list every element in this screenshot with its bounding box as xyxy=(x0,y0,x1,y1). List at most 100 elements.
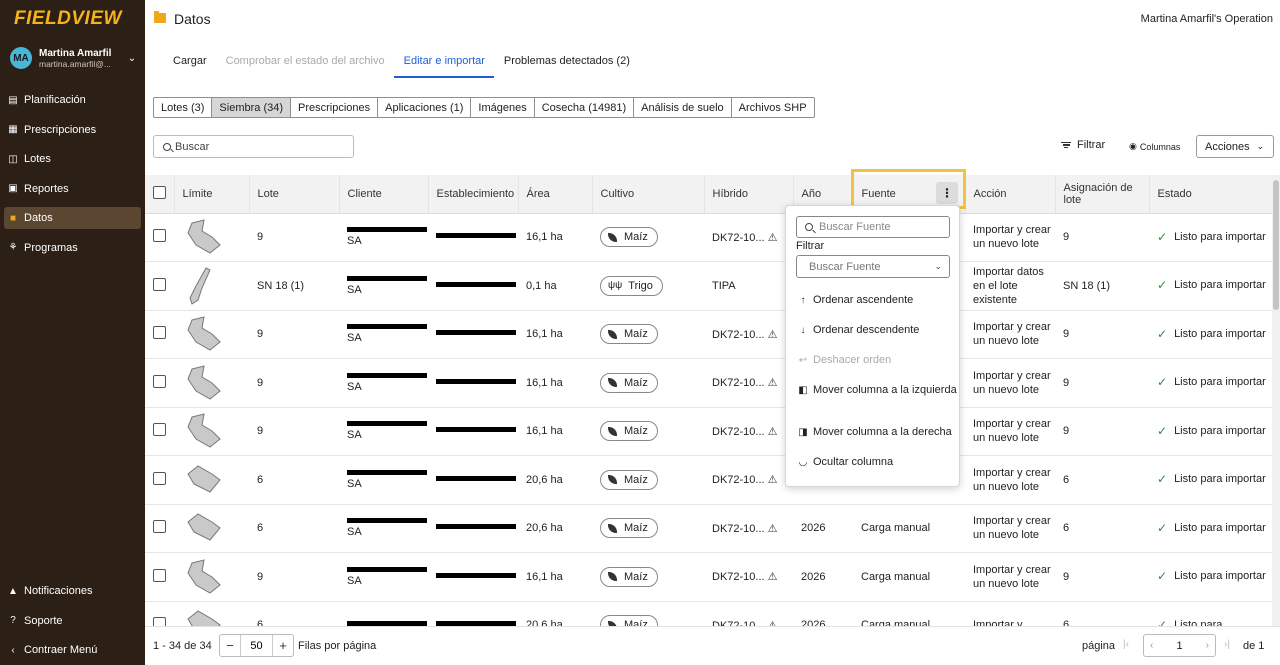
header-hibrido[interactable]: Híbrido xyxy=(704,175,794,214)
sidebar-item-soporte[interactable]: ? Soporte xyxy=(4,610,141,632)
last-page-icon[interactable]: ›| xyxy=(1224,639,1230,650)
sidebar-item-notificaciones[interactable]: ▲ Notificaciones xyxy=(4,580,141,602)
user-menu[interactable]: MA Martina Amarfil martina.amarfil@... ⌄ xyxy=(10,44,138,72)
accion-cell[interactable]: Importar y xyxy=(965,601,1055,626)
sidebar-item-datos[interactable]: ■ Datos xyxy=(4,207,141,230)
sidebar-item-prescripciones[interactable]: ▦ Prescripciones xyxy=(4,119,141,141)
asignacion-cell[interactable]: 6 xyxy=(1055,504,1149,553)
menu-filter-select[interactable]: Buscar Fuente ⌄ xyxy=(796,255,950,278)
filter-button[interactable]: Filtrar xyxy=(1061,139,1105,151)
row-checkbox[interactable] xyxy=(153,423,166,437)
asignacion-cell[interactable]: 6 xyxy=(1055,601,1149,626)
warning-icon[interactable]: ⚠ xyxy=(768,232,778,244)
crop-chip[interactable]: Maíz xyxy=(600,518,658,539)
table-row[interactable]: 9 SA 16,1 ha Maíz DK72-10... ⚠ Importar y crea… xyxy=(145,407,1273,456)
menu-search-input[interactable] xyxy=(819,221,947,233)
crop-chip[interactable]: Maíz xyxy=(600,324,658,345)
minus-icon[interactable]: − xyxy=(220,638,240,653)
sidebar-item-contraer[interactable]: ‹ Contraer Menú xyxy=(4,639,141,661)
plus-icon[interactable]: + xyxy=(273,638,293,653)
table-row[interactable]: 9 SA 16,1 ha Maíz DK72-10... ⚠ Importar y crea… xyxy=(145,213,1273,262)
scroll-thumb[interactable] xyxy=(1273,180,1279,310)
first-page-icon[interactable]: |‹ xyxy=(1123,639,1129,650)
asignacion-cell[interactable]: 9 xyxy=(1055,552,1149,602)
step-editar-importar[interactable]: Editar e importar xyxy=(393,48,494,78)
menu-move-right[interactable]: ◨ Mover columna a la derecha xyxy=(797,426,957,439)
select-all-checkbox[interactable] xyxy=(153,185,166,199)
header-limite[interactable]: Límite xyxy=(174,175,250,214)
warning-icon[interactable]: ⚠ xyxy=(768,426,778,438)
chevron-down-icon[interactable]: ⌄ xyxy=(126,53,138,64)
table-row[interactable]: 6 20,6 ha Maíz DK72-10... ⚠ 2026 Carga manual I… xyxy=(145,601,1273,626)
table-row[interactable]: 9 SA 16,1 ha Maíz DK72-10... ⚠ Importar y crea… xyxy=(145,310,1273,359)
next-page-icon[interactable]: › xyxy=(1206,640,1209,651)
table-row[interactable]: 9 SA 16,1 ha Maíz DK72-10... ⚠ 2026 Carga manua… xyxy=(145,552,1273,602)
tab-siembra[interactable]: Siembra (34) xyxy=(212,97,291,118)
row-checkbox[interactable] xyxy=(153,374,166,388)
row-checkbox[interactable] xyxy=(153,617,166,626)
header-lote[interactable]: Lote xyxy=(249,175,340,214)
header-accion[interactable]: Acción xyxy=(965,175,1056,214)
header-area[interactable]: Área xyxy=(518,175,593,214)
warning-icon[interactable]: ⚠ xyxy=(768,474,778,486)
row-checkbox[interactable] xyxy=(153,471,166,485)
sidebar-item-programas[interactable]: ⚘ Programas xyxy=(4,237,141,259)
crop-chip[interactable]: Maíz xyxy=(600,372,658,393)
asignacion-cell[interactable]: 9 xyxy=(1055,310,1149,359)
header-cliente[interactable]: Cliente xyxy=(339,175,429,214)
accion-cell[interactable]: Importar datos en el lote existente xyxy=(965,261,1055,311)
asignacion-cell[interactable]: 6 xyxy=(1055,455,1149,505)
vertical-scrollbar[interactable] xyxy=(1272,175,1280,626)
sidebar-item-lotes[interactable]: ◫ Lotes xyxy=(4,148,141,170)
header-asignacion[interactable]: Asignación de lote xyxy=(1055,175,1150,214)
accion-cell[interactable]: Importar y crear un nuevo lote xyxy=(965,358,1055,408)
tab-analisis-suelo[interactable]: Análisis de suelo xyxy=(634,97,732,118)
crop-chip[interactable]: Maíz xyxy=(600,469,658,490)
crop-chip[interactable]: Maíz xyxy=(600,566,658,587)
accion-cell[interactable]: Importar y crear un nuevo lote xyxy=(965,455,1055,505)
accion-cell[interactable]: Importar y crear un nuevo lote xyxy=(965,213,1055,262)
fieldview-logo[interactable]: FIELDVIEW xyxy=(14,8,122,30)
row-checkbox[interactable] xyxy=(153,277,166,291)
search-input[interactable] xyxy=(175,140,345,153)
row-checkbox[interactable] xyxy=(153,326,166,340)
accion-cell[interactable]: Importar y crear un nuevo lote xyxy=(965,552,1055,602)
row-checkbox[interactable] xyxy=(153,568,166,582)
menu-hide-column[interactable]: ◡ Ocultar columna xyxy=(797,456,957,469)
page-selector[interactable]: ‹ 1 › xyxy=(1143,634,1216,657)
warning-icon[interactable]: ⚠ xyxy=(768,329,778,341)
asignacion-cell[interactable]: 9 xyxy=(1055,213,1149,262)
warning-icon[interactable]: ⚠ xyxy=(768,571,778,583)
table-row[interactable]: 6 SA 20,6 ha Maíz DK72-10... ⚠ 2026 Carga manua… xyxy=(145,504,1273,553)
prev-page-icon[interactable]: ‹ xyxy=(1150,640,1153,651)
columns-button[interactable]: ◉ Columnas xyxy=(1129,141,1180,152)
asignacion-cell[interactable]: 9 xyxy=(1055,407,1149,456)
table-row[interactable]: 9 SA 16,1 ha Maíz DK72-10... ⚠ Importar y crea… xyxy=(145,358,1273,408)
table-row[interactable]: SN 18 (1) SA 0,1 ha ψψ Trigo TIPA Importar dat… xyxy=(145,261,1273,311)
table-row[interactable]: 6 SA 20,6 ha Maíz DK72-10... ⚠ Importar y crea… xyxy=(145,455,1273,505)
sidebar-item-planificacion[interactable]: ▤ Planificación xyxy=(4,89,141,111)
warning-icon[interactable]: ⚠ xyxy=(768,523,778,535)
tab-imagenes[interactable]: Imágenes xyxy=(471,97,535,118)
crop-chip[interactable]: Maíz xyxy=(600,615,658,626)
menu-sort-desc[interactable]: ↓ Ordenar descendente xyxy=(797,324,957,337)
sidebar-item-reportes[interactable]: ▣ Reportes xyxy=(4,178,141,200)
header-estado[interactable]: Estado xyxy=(1149,175,1273,214)
crop-chip[interactable]: Maíz xyxy=(600,227,658,248)
menu-move-left[interactable]: ◧ Mover columna a la izquierda xyxy=(797,384,957,397)
step-cargar[interactable]: Cargar xyxy=(163,48,216,78)
accion-cell[interactable]: Importar y crear un nuevo lote xyxy=(965,407,1055,456)
warning-icon[interactable]: ⚠ xyxy=(768,377,778,389)
menu-sort-asc[interactable]: ↑ Ordenar ascendente xyxy=(797,294,957,307)
actions-button[interactable]: Acciones ⌄ xyxy=(1196,135,1274,158)
rows-per-page-input[interactable] xyxy=(240,635,273,656)
row-checkbox[interactable] xyxy=(153,229,166,243)
tab-aplicaciones[interactable]: Aplicaciones (1) xyxy=(378,97,472,118)
tab-prescripciones[interactable]: Prescripciones xyxy=(291,97,379,118)
page-value[interactable]: 1 xyxy=(1176,640,1182,652)
crop-chip[interactable]: Maíz xyxy=(600,421,658,442)
asignacion-cell[interactable]: 9 xyxy=(1055,358,1149,408)
header-cultivo[interactable]: Cultivo xyxy=(592,175,705,214)
operation-selector[interactable]: Martina Amarfil's Operation xyxy=(1141,13,1273,25)
accion-cell[interactable]: Importar y crear un nuevo lote xyxy=(965,310,1055,359)
